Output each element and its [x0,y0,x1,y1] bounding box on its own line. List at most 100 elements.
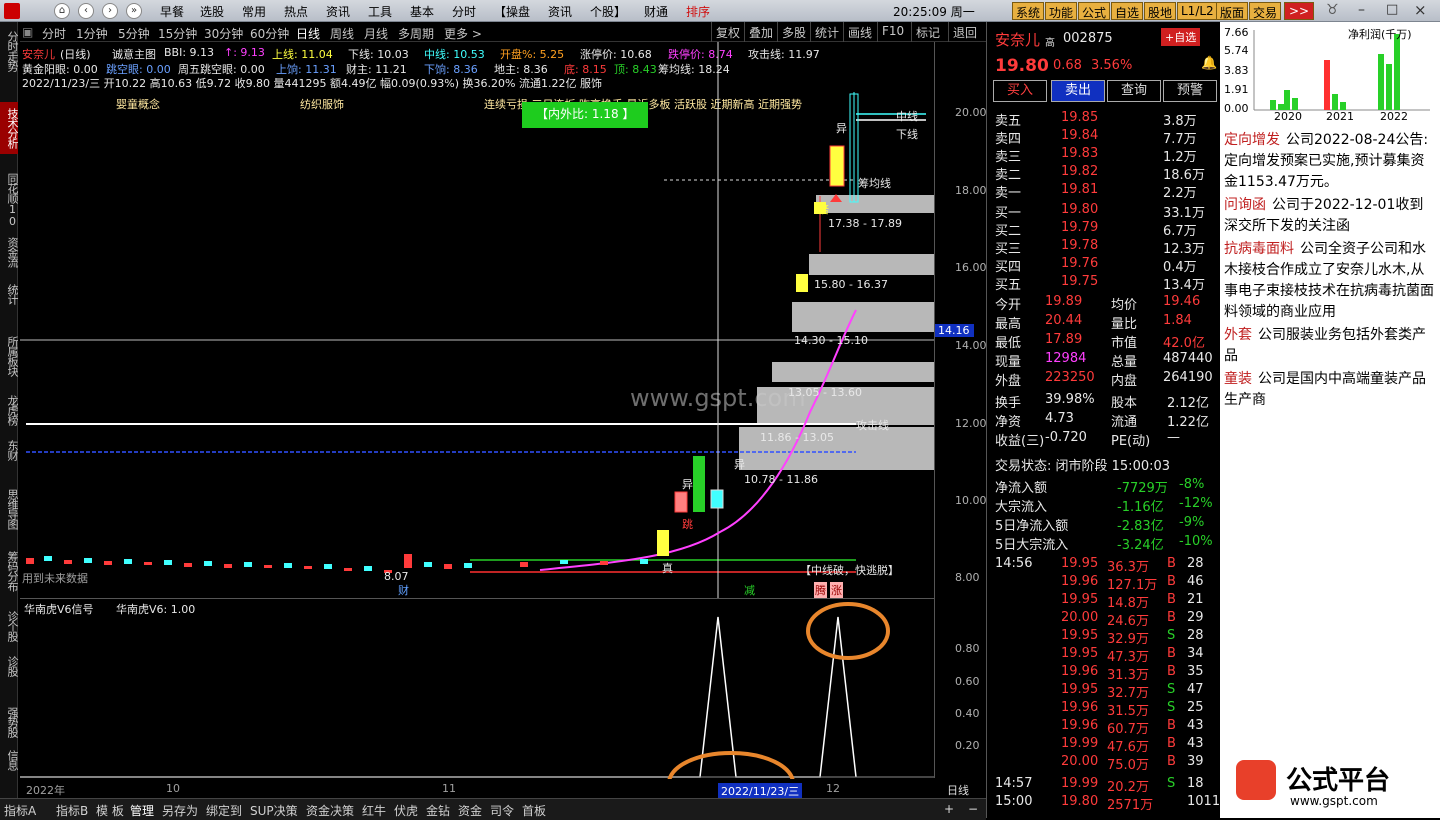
stat-value: 19.89 [1045,294,1083,309]
tab-weekly[interactable]: 周线 [330,25,354,42]
menu-stock-pick[interactable]: 选股 [200,3,224,20]
btab-diamond[interactable]: 金钻 [426,802,450,819]
stock-map-button[interactable]: 股地 [1144,2,1177,20]
btab-indicator-a[interactable]: 指标A [4,802,36,819]
tab-monthly[interactable]: 月线 [364,25,388,42]
info-item[interactable]: 外套 公司服装业务包括外套类产品 [1224,325,1436,367]
bell-icon[interactable]: 🔔 [1201,56,1217,71]
toolbar-f10[interactable]: F10 [877,22,908,42]
menu-breakfast[interactable]: 早餐 [160,3,184,20]
tab-1min[interactable]: 1分钟 [76,25,108,42]
formula-button[interactable]: 公式 [1078,2,1111,20]
sell-button[interactable]: 卖出 [1051,80,1105,102]
nav-technical[interactable]: 技术分析 [0,102,19,154]
minimize-icon[interactable]: – [1358,2,1365,18]
btab-bind[interactable]: 绑定到 [206,802,242,819]
tick-volume: 127.1万 [1107,578,1158,593]
menu-operate[interactable]: 【操盘 [494,3,530,20]
subchart-title[interactable]: 华南虎V6信号 [24,601,94,617]
zoom-out-icon[interactable]: − [968,802,978,816]
menu-common[interactable]: 常用 [242,3,266,20]
toolbar-back[interactable]: 退回 [948,22,981,42]
nav-chip-distribution[interactable]: 筹码分布 [0,544,19,598]
btab-red-bull[interactable]: 红牛 [362,802,386,819]
refresh-icon[interactable]: » [126,3,142,19]
back-icon[interactable]: ‹ [78,3,94,19]
btab-indicator-b[interactable]: 指标B [56,802,88,819]
tab-60min[interactable]: 60分钟 [250,25,289,42]
toolbar-stats[interactable]: 统计 [810,22,843,42]
watchlist-button[interactable]: 自选 [1111,2,1144,20]
info-item[interactable]: 问询函 公司于2022-12-01收到深交所下发的关注函 [1224,195,1436,237]
axis-tick-20: 20.00 [955,106,987,119]
tab-multi-period[interactable]: 多周期 [398,25,434,42]
nav-ths10[interactable]: 同花顺10 [0,172,19,228]
menu-tools[interactable]: 工具 [368,3,392,20]
toolbar-draw[interactable]: 画线 [843,22,876,42]
btab-first-board[interactable]: 首板 [522,802,546,819]
menu-sort[interactable]: 排序 [686,3,710,20]
btab-capital[interactable]: 资金 [458,802,482,819]
nav-capital-flow[interactable]: 资金流 [0,232,19,272]
menu-individual[interactable]: 个股】 [590,3,626,20]
tab-daily[interactable]: 日线 [296,25,320,42]
toolbar-overlay[interactable]: 叠加 [744,22,777,42]
buy-button[interactable]: 买入 [993,80,1047,102]
menu-fundamental[interactable]: 基本 [410,3,434,20]
menu-hotspot[interactable]: 热点 [284,3,308,20]
maximize-icon[interactable]: □ [1386,2,1398,17]
tick-volume: 2571万 [1107,798,1154,813]
toolbar-multi[interactable]: 多股 [777,22,810,42]
menu-caitong[interactable]: 财通 [644,3,668,20]
stat2-label: 收益(三) [995,434,1045,449]
btab-save-as[interactable]: 另存为 [162,802,198,819]
nav-eastmoney[interactable]: 东财 [0,436,19,464]
signal-subchart[interactable]: 华南虎V6信号 华南虎V6: 1.00 2022/11/23/三 [20,598,934,799]
btab-capital-decision[interactable]: 资金决策 [306,802,354,819]
zoom-in-icon[interactable]: + [944,802,954,816]
stat-value: 12984 [1045,351,1087,366]
level-button[interactable]: L1/L2 [1177,2,1218,20]
system-button[interactable]: 系统 [1012,2,1045,20]
menu-news[interactable]: 资讯 [326,3,350,20]
btab-commander[interactable]: 司令 [490,802,514,819]
nav-dragon-tiger[interactable]: 龙虎榜 [0,390,19,430]
nav-stats[interactable]: 统计 [0,280,19,308]
nav-info[interactable]: 信息 [0,746,19,774]
tab-15min[interactable]: 15分钟 [158,25,197,42]
period-square-icon[interactable]: ▣ [22,25,33,39]
info-item[interactable]: 童装 公司是国内中高端童装产品生产商 [1224,369,1436,411]
candlestick-chart[interactable] [20,42,934,598]
btab-sup-decision[interactable]: SUP决策 [250,802,298,819]
nav-sector[interactable]: 所属板块 [0,328,19,384]
more-button[interactable]: >> [1284,2,1314,20]
nav-strong-stock[interactable]: 强势股 [0,702,19,742]
menu-intraday[interactable]: 分时 [452,3,476,20]
trade-button[interactable]: 交易 [1249,2,1282,20]
btab-manage[interactable]: 管理 [130,802,154,819]
tab-intraday[interactable]: 分时 [42,25,66,42]
tab-more[interactable]: 更多 > [444,25,482,42]
info-item[interactable]: 抗病毒面料 公司全资子公司和水木接枝合作成立了安奈儿水木,从事电子束接枝技术在抗病… [1224,239,1436,323]
forward-icon[interactable]: › [102,3,118,19]
query-button[interactable]: 查询 [1107,80,1161,102]
info-item[interactable]: 定向增发 公司2022-08-24公告:定向增发预案已实施,预计募集资金1153.… [1224,130,1436,193]
toolbar-adjust[interactable]: 复权 [711,22,744,42]
menu-info[interactable]: 资讯 [548,3,572,20]
toolbar-mark[interactable]: 标记 [911,22,944,42]
alert-button[interactable]: 预警 [1163,80,1217,102]
add-watchlist-button[interactable]: +自选 [1161,28,1201,46]
mid-break-warning: 【中线破，快逃脱】 [800,564,899,577]
function-button[interactable]: 功能 [1045,2,1078,20]
btab-tiger[interactable]: 伏虎 [394,802,418,819]
layout-button[interactable]: 版面 [1216,2,1249,20]
home-icon[interactable]: ⌂ [54,3,70,19]
btab-template[interactable]: 模 板 [96,802,124,819]
nav-intraday[interactable]: 分时走势 [0,24,19,78]
close-icon[interactable]: × [1414,1,1427,19]
nav-diagnose[interactable]: 诊个股 [0,606,19,646]
tab-5min[interactable]: 5分钟 [118,25,150,42]
tab-30min[interactable]: 30分钟 [204,25,243,42]
nav-mindmap[interactable]: 思维导图 [0,482,19,536]
nav-diagnose-stock[interactable]: 诊股 [0,652,19,680]
